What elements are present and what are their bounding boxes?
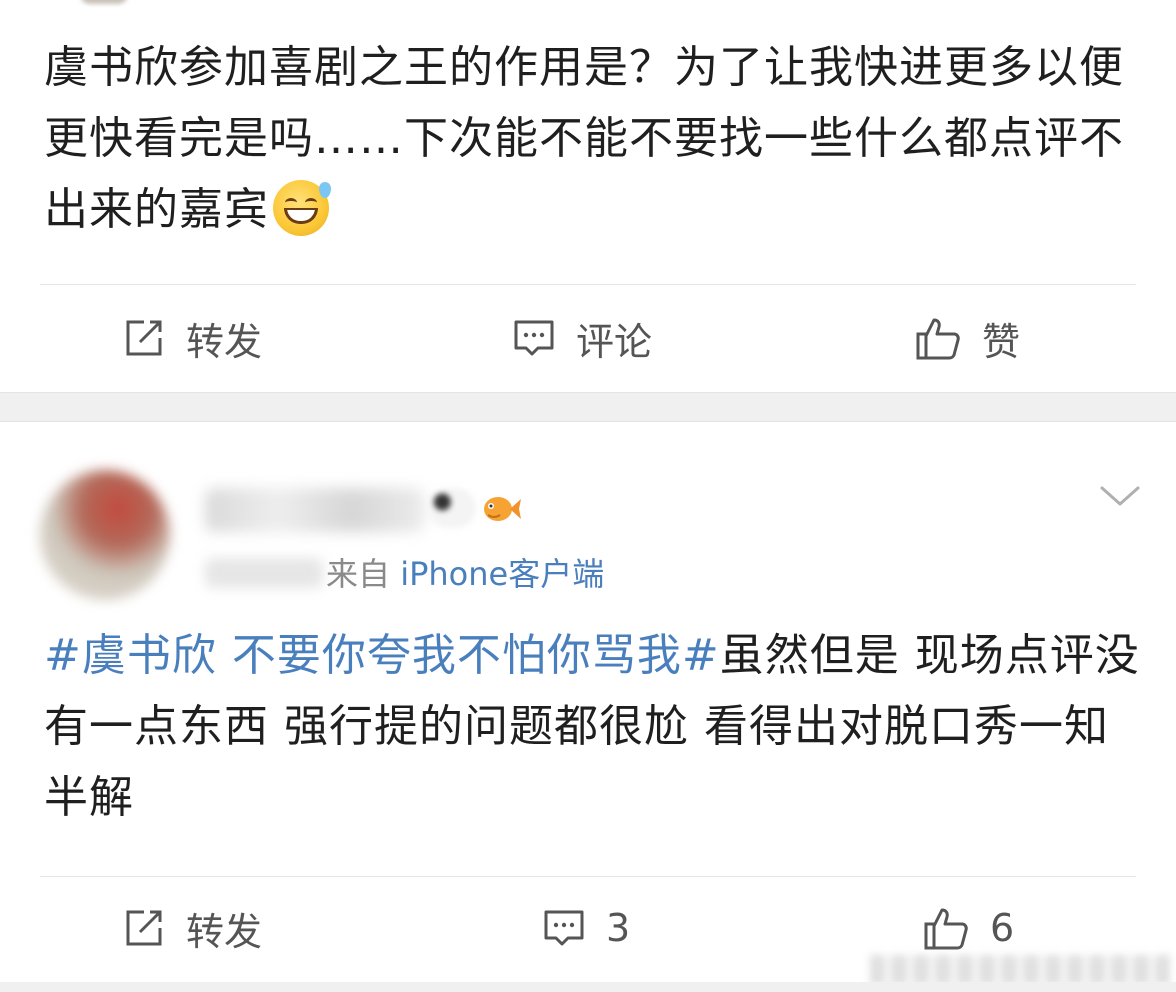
comment-label: 评论 (576, 319, 653, 364)
repost-button[interactable]: 转发 (122, 878, 262, 978)
post-source: 来自 iPhone客户端 (326, 552, 604, 596)
like-count: 6 (990, 906, 1015, 950)
watermark (870, 955, 1170, 985)
goldfish-badge-icon (484, 497, 521, 521)
comment-icon (544, 910, 584, 946)
post-body: 虞书欣参加喜剧之王的作用是？为了让我快进更多以便更快看完是吗……下次能不能不要找… (44, 32, 1144, 245)
avatar[interactable] (40, 470, 170, 600)
repost-icon (126, 910, 162, 946)
feed-separator (0, 982, 1176, 992)
comment-button[interactable]: 评论 (512, 288, 652, 388)
comment-icon (514, 320, 554, 356)
source-client-link[interactable]: iPhone客户端 (400, 555, 604, 593)
post-time (205, 558, 323, 588)
chevron-down-icon[interactable] (1098, 480, 1142, 512)
divider (40, 876, 1136, 877)
comment-button[interactable]: 3 (542, 878, 630, 978)
source-prefix: 来自 (326, 555, 391, 593)
avatar[interactable] (80, 0, 128, 4)
weibo-feed: 虞书欣参加喜剧之王的作用是？为了让我快进更多以便更快看完是吗……下次能不能不要找… (0, 0, 1176, 992)
divider (40, 284, 1136, 285)
repost-icon (126, 320, 162, 356)
repost-button[interactable]: 转发 (122, 288, 262, 388)
thumbs-up-icon (916, 318, 960, 360)
hashtag-link[interactable]: #虞书欣 不要你夸我不怕你骂我# (44, 630, 720, 681)
comment-count: 3 (606, 906, 631, 950)
post-text: 虞书欣参加喜剧之王的作用是？为了让我快进更多以便更快看完是吗……下次能不能不要找… (44, 42, 1124, 235)
post-card: 虞书欣参加喜剧之王的作用是？为了让我快进更多以便更快看完是吗……下次能不能不要找… (0, 0, 1176, 392)
grinning-sweat-emoji-icon (273, 180, 331, 236)
like-button[interactable]: 赞 (914, 288, 1020, 388)
feed-separator (0, 392, 1176, 422)
action-bar: 转发 评论 赞 (0, 288, 1176, 388)
username[interactable] (205, 488, 425, 532)
panda-badge-icon (428, 488, 476, 528)
post-body: #虞书欣 不要你夸我不怕你骂我#虽然但是 现场点评没有一点东西 强行提的问题都很… (44, 620, 1144, 833)
like-label: 赞 (982, 319, 1021, 364)
thumbs-up-icon (924, 908, 968, 950)
repost-label: 转发 (186, 909, 263, 954)
repost-label: 转发 (186, 319, 263, 364)
